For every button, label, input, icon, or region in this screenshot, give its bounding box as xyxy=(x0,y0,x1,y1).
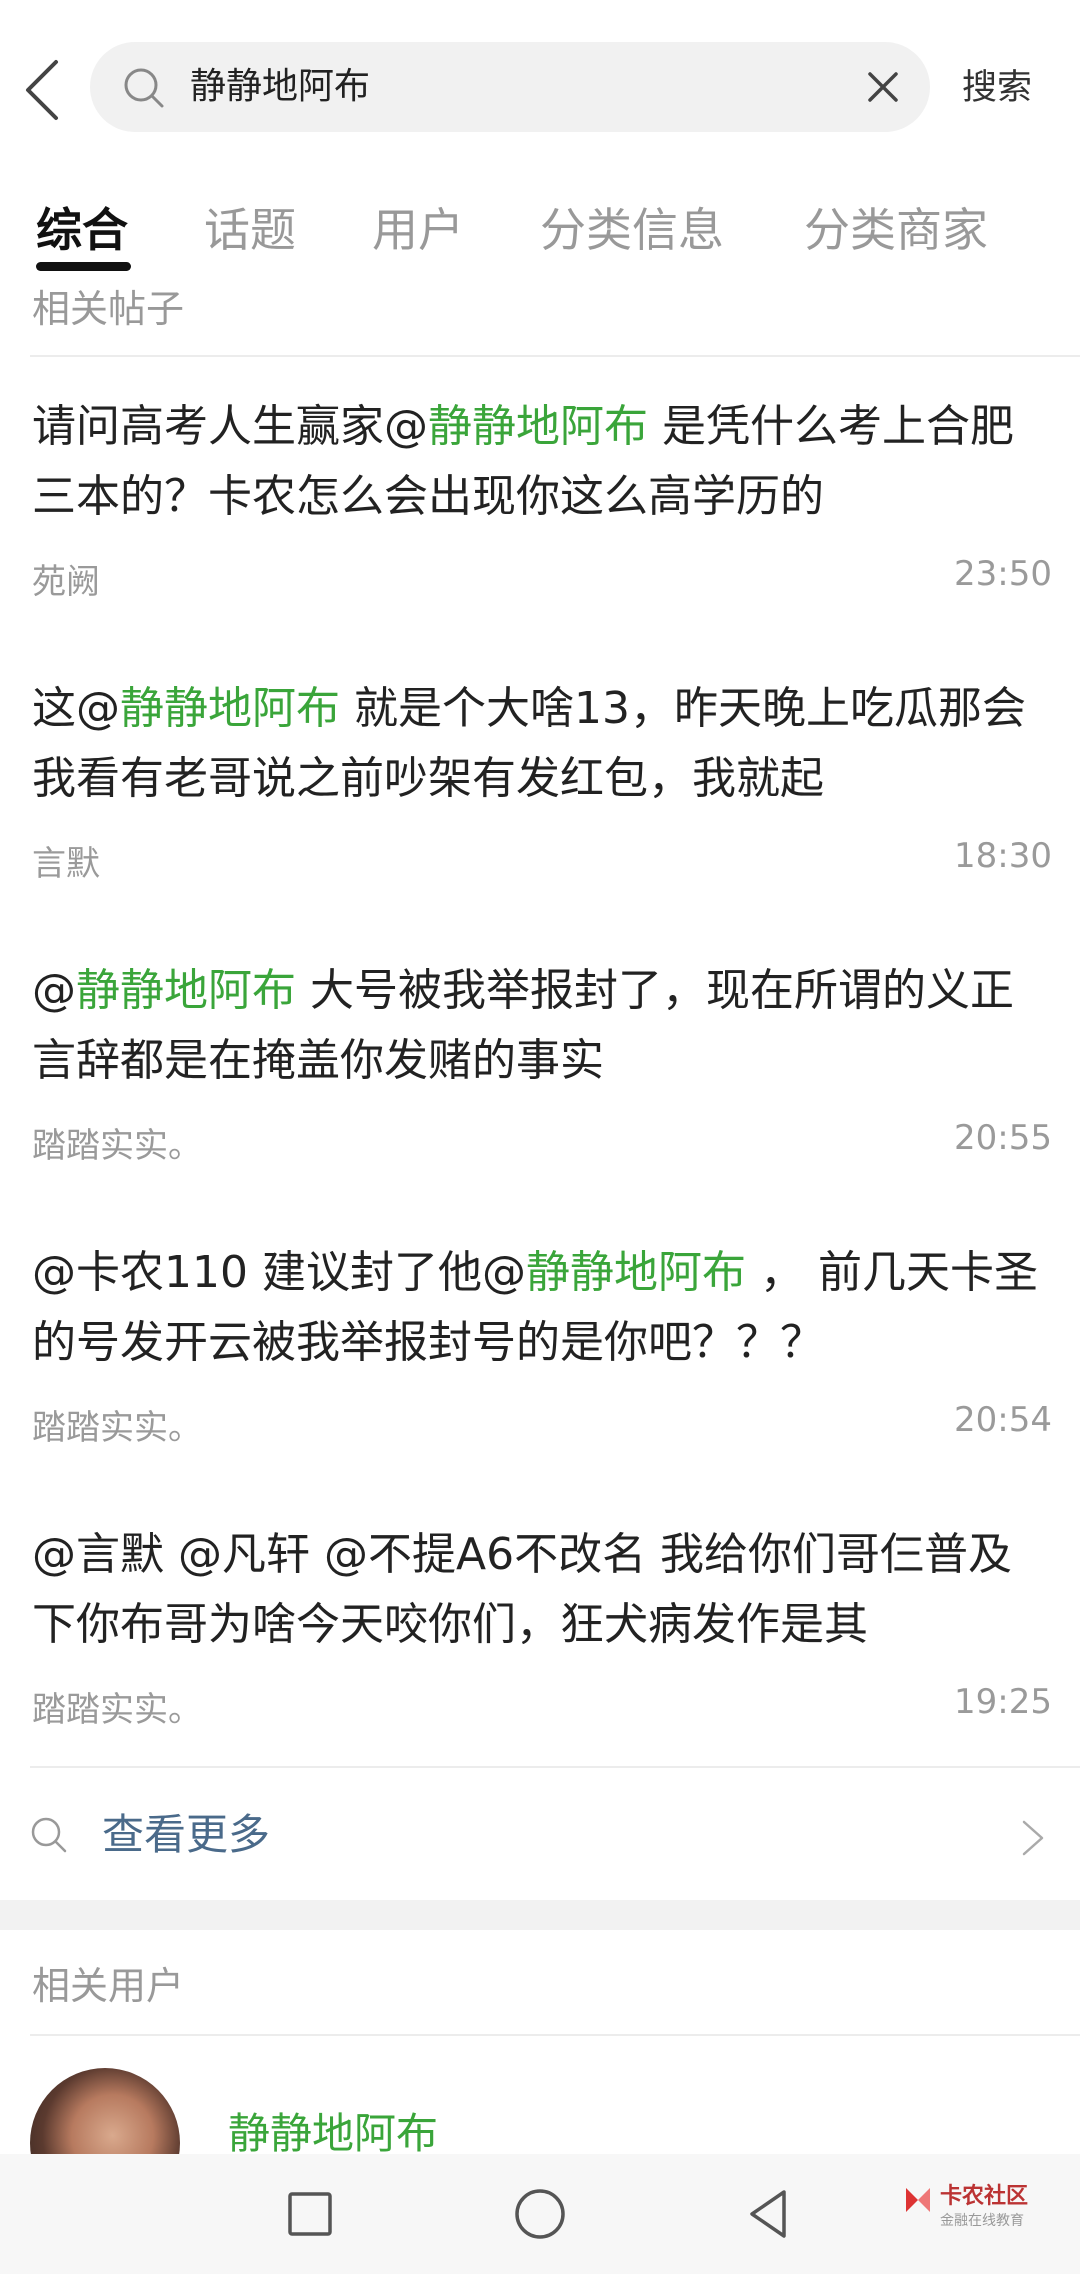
back-triangle-icon[interactable] xyxy=(736,2182,800,2246)
section-separator xyxy=(0,1900,1080,1930)
mention-link[interactable]: 静静地阿布 xyxy=(76,965,296,1016)
post-author: 苑阙 xyxy=(32,562,100,602)
post-text-part: @ xyxy=(32,965,76,1016)
post-text: 这@静静地阿布 就是个大啥13，昨天晚上吃瓜那会我看有老哥说之前吵架有发红包，我… xyxy=(32,674,1052,814)
post-time: 23:50 xyxy=(954,554,1052,594)
post-time: 19:25 xyxy=(954,1682,1052,1722)
post-text-part: 这@ xyxy=(32,683,120,734)
post-time: 20:54 xyxy=(954,1400,1052,1440)
divider xyxy=(30,355,1080,357)
post-item[interactable]: 请问高考人生赢家@静静地阿布 是凭什么考上合肥三本的？卡农怎么会出现你这么高学历… xyxy=(32,392,1052,604)
post-text: 请问高考人生赢家@静静地阿布 是凭什么考上合肥三本的？卡农怎么会出现你这么高学历… xyxy=(32,392,1052,532)
post-item[interactable]: @卡农110 建议封了他@静静地阿布 ， 前几天卡圣的号发开云被我举报封号的是你… xyxy=(32,1238,1052,1450)
watermark-title: 卡农社区 xyxy=(940,2184,1029,2209)
recent-apps-icon[interactable] xyxy=(278,2182,342,2246)
search-input[interactable]: 静静地阿布 xyxy=(190,42,370,132)
watermark-logo: 卡农社区 金融在线教育 xyxy=(900,2176,1050,2246)
logo-icon xyxy=(906,2188,930,2212)
post-item[interactable]: 这@静静地阿布 就是个大啥13，昨天晚上吃瓜那会我看有老哥说之前吵架有发红包，我… xyxy=(32,674,1052,886)
close-icon[interactable] xyxy=(858,62,908,112)
post-text: @静静地阿布 大号被我举报封了，现在所谓的义正言辞都是在掩盖你发赌的事实 xyxy=(32,956,1052,1096)
search-button[interactable]: 搜索 xyxy=(962,48,1032,128)
post-text-part: 请问高考人生赢家@ xyxy=(32,401,428,452)
search-icon xyxy=(31,1817,67,1853)
post-item[interactable]: @言默 @凡轩 @不提A6不改名 我给你们哥仨普及下你布哥为啥今天咬你们，狂犬病… xyxy=(32,1520,1052,1732)
header: 静静地阿布 搜索 xyxy=(0,0,1080,175)
post-meta: 踏踏实实。 19:25 xyxy=(32,1672,1052,1732)
divider xyxy=(30,1766,1080,1768)
search-icon xyxy=(124,68,164,108)
watermark-subtitle: 金融在线教育 xyxy=(940,2213,1024,2229)
search-box[interactable]: 静静地阿布 xyxy=(90,42,930,132)
post-meta: 踏踏实实。 20:54 xyxy=(32,1390,1052,1450)
post-author: 言默 xyxy=(32,844,100,884)
chevron-left-icon xyxy=(26,60,58,120)
section-title-posts: 相关帖子 xyxy=(32,287,185,331)
post-time: 20:55 xyxy=(954,1118,1052,1158)
chevron-right-icon xyxy=(1022,1820,1044,1856)
mention-link[interactable]: 静静地阿布 xyxy=(428,401,648,452)
home-icon[interactable] xyxy=(508,2182,572,2246)
post-author: 踏踏实实。 xyxy=(32,1408,202,1448)
post-text: @卡农110 建议封了他@静静地阿布 ， 前几天卡圣的号发开云被我举报封号的是你… xyxy=(32,1238,1052,1378)
post-item[interactable]: @静静地阿布 大号被我举报封了，现在所谓的义正言辞都是在掩盖你发赌的事实 踏踏实… xyxy=(32,956,1052,1168)
post-text: @言默 @凡轩 @不提A6不改名 我给你们哥仨普及下你布哥为啥今天咬你们，狂犬病… xyxy=(32,1520,1052,1660)
post-text-part: @言默 @凡轩 @不提A6不改名 我给你们哥仨普及下你布哥为啥今天咬你们，狂犬病… xyxy=(32,1529,1013,1650)
mention-link[interactable]: 静静地阿布 xyxy=(120,683,340,734)
divider xyxy=(30,2034,1080,2036)
tab-users[interactable]: 用户 xyxy=(372,190,464,270)
post-author: 踏踏实实。 xyxy=(32,1690,202,1730)
tab-classifieds[interactable]: 分类信息 xyxy=(540,190,724,270)
post-meta: 言默 18:30 xyxy=(32,826,1052,886)
post-text-part: @卡农110 建议封了他@ xyxy=(32,1247,526,1298)
view-more-link[interactable]: 查看更多 xyxy=(102,1800,270,1870)
tab-topics[interactable]: 话题 xyxy=(204,190,296,270)
system-nav-bar: 卡农社区 金融在线教育 xyxy=(0,2154,1080,2274)
tab-merchants[interactable]: 分类商家 xyxy=(804,190,988,270)
section-title-users: 相关用户 xyxy=(32,1964,185,2008)
post-meta: 苑阙 23:50 xyxy=(32,544,1052,604)
user-name[interactable]: 静静地阿布 xyxy=(228,2100,438,2161)
post-meta: 踏踏实实。 20:55 xyxy=(32,1108,1052,1168)
post-author: 踏踏实实。 xyxy=(32,1126,202,1166)
post-time: 18:30 xyxy=(954,836,1052,876)
tab-bar: 综合 话题 用户 分类信息 分类商家 xyxy=(0,190,1080,280)
mention-link[interactable]: 静静地阿布 xyxy=(526,1247,746,1298)
active-tab-indicator xyxy=(36,262,131,271)
back-button[interactable] xyxy=(18,52,78,128)
tab-general[interactable]: 综合 xyxy=(36,190,128,270)
view-more-row[interactable]: 查看更多 xyxy=(0,1770,1080,1900)
